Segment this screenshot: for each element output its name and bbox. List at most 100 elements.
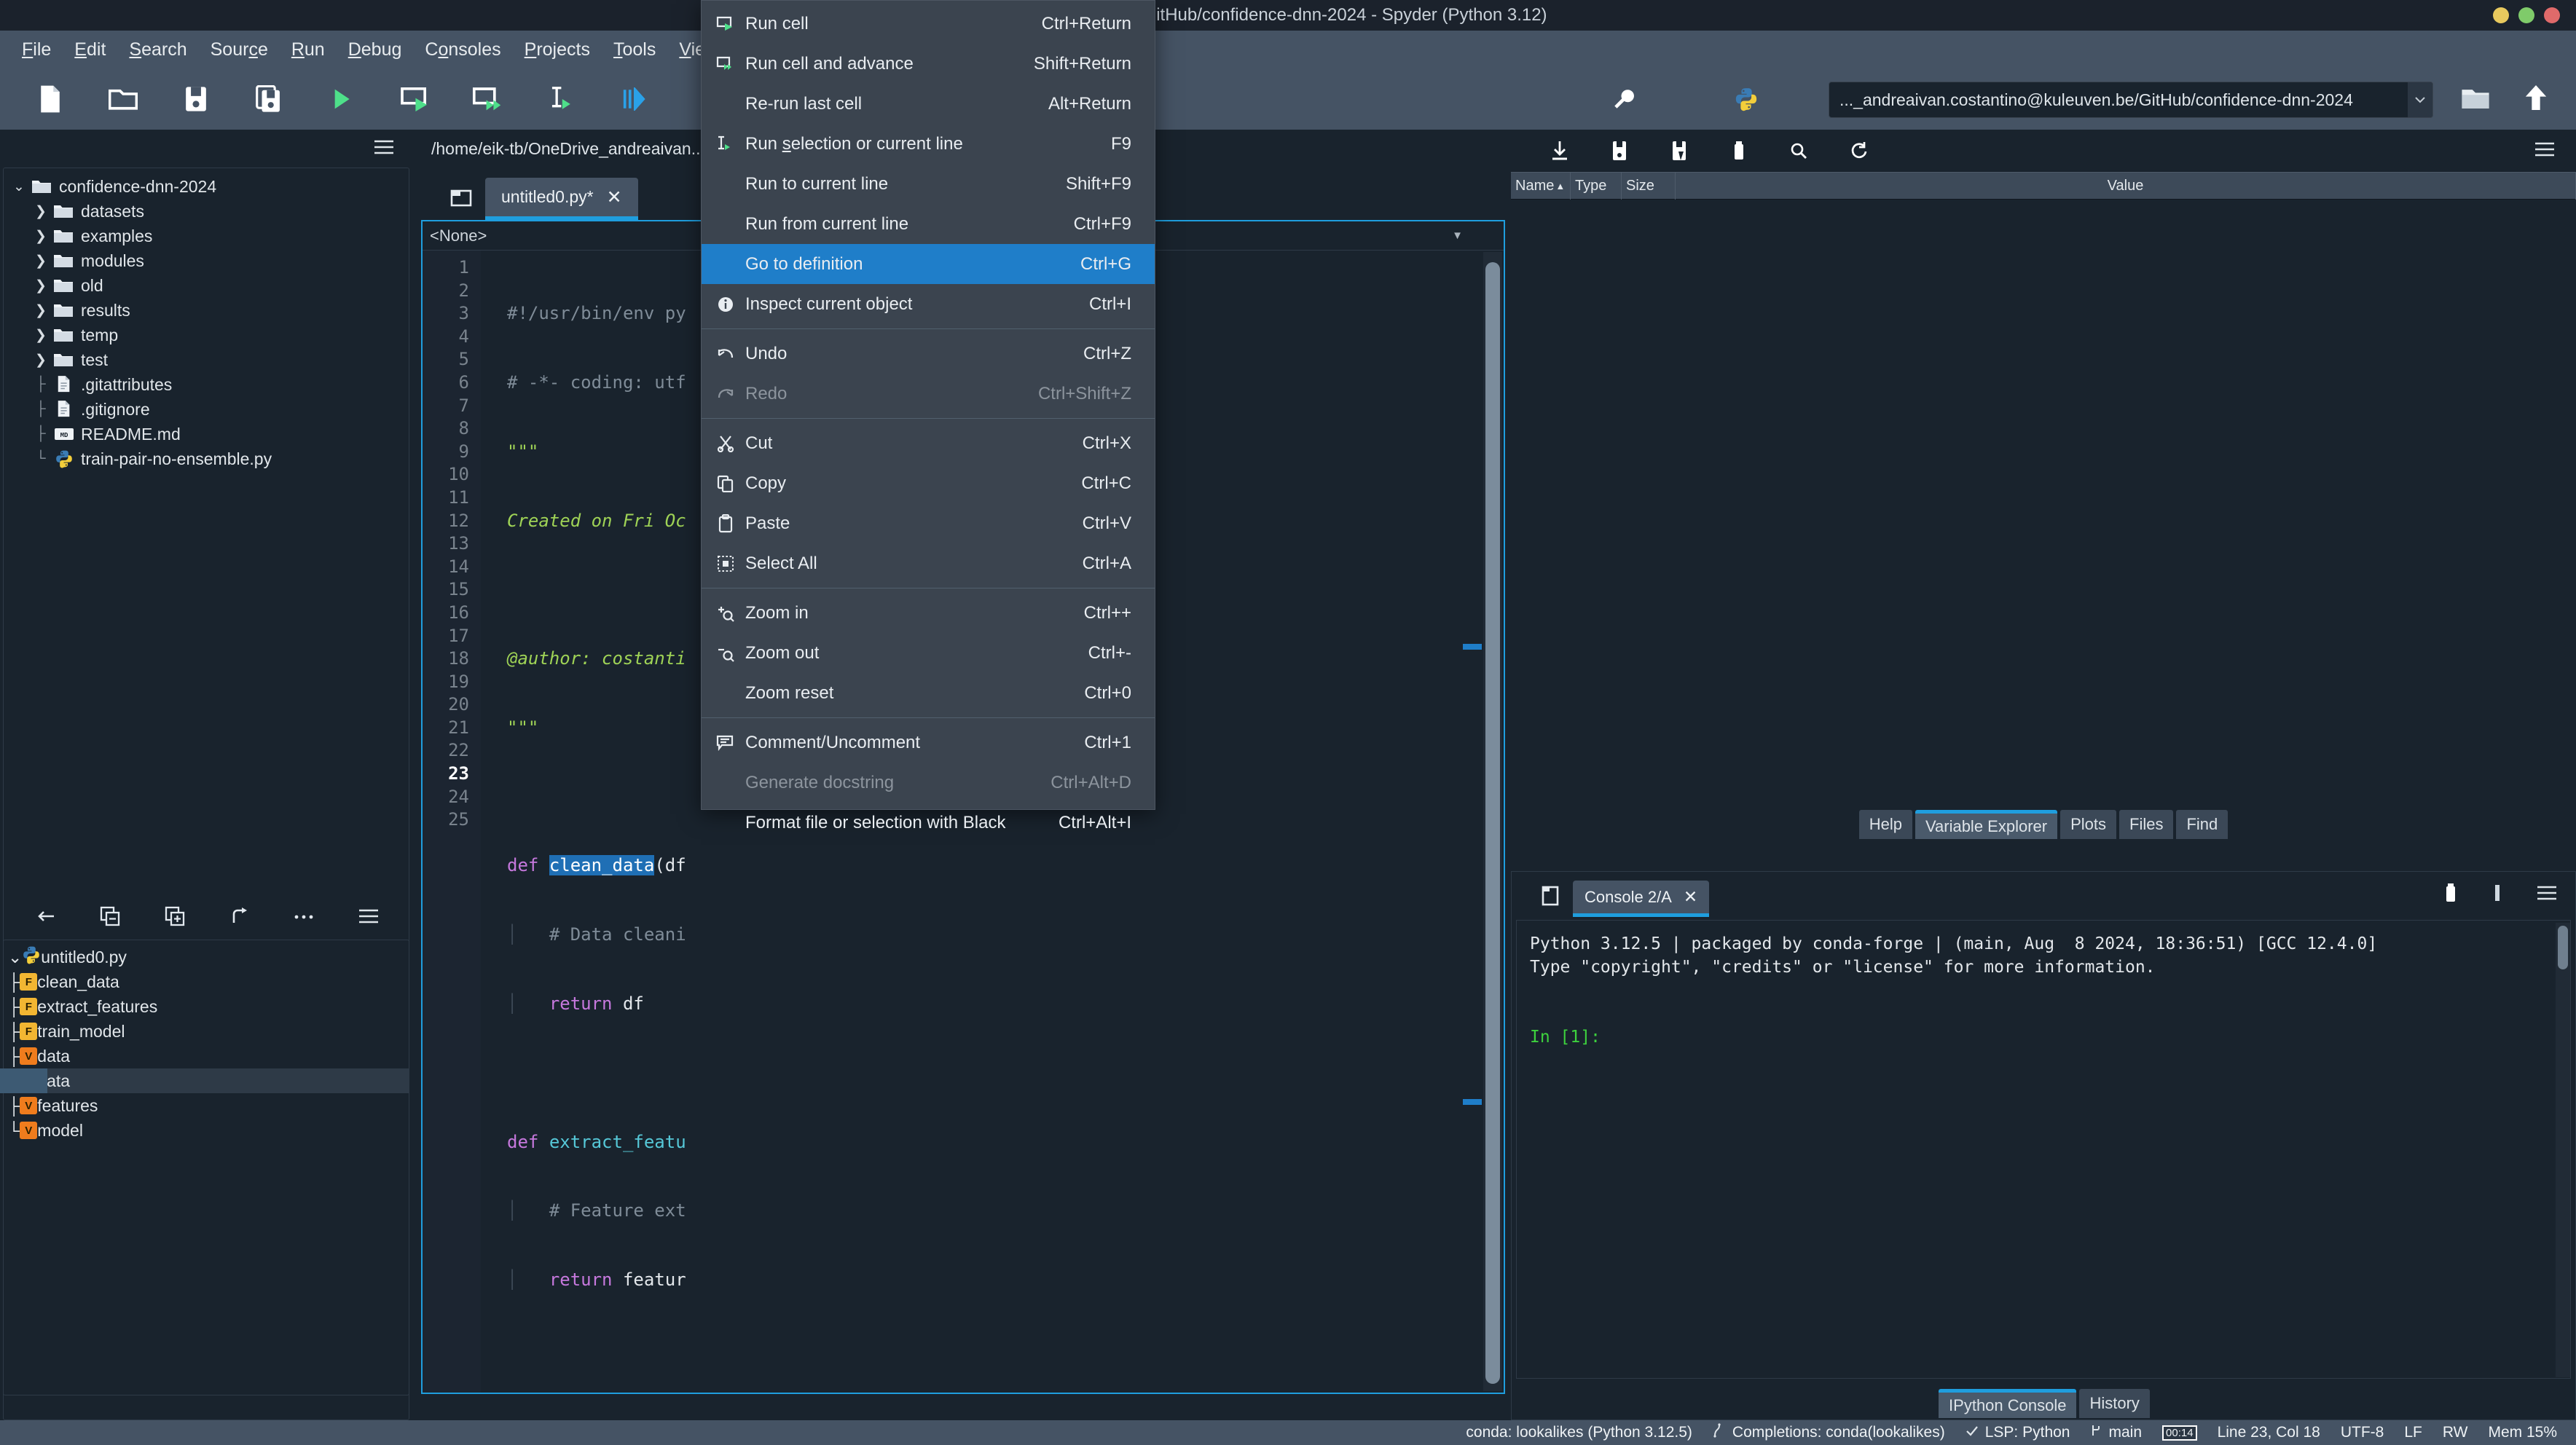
close-icon[interactable]: ✕ <box>1684 887 1697 907</box>
outline-item-model[interactable]: └ Vmodel <box>4 1118 409 1143</box>
browse-directory-button[interactable] <box>2461 86 2490 116</box>
chevron-right-icon[interactable]: ❯ <box>30 327 52 344</box>
status-eol[interactable]: LF <box>2404 1424 2422 1441</box>
status-lsp[interactable]: LSP: Python <box>1966 1424 2070 1441</box>
tab-plots[interactable]: Plots <box>2060 810 2117 839</box>
import-data-icon[interactable] <box>1530 140 1590 162</box>
status-git-branch[interactable]: main <box>2090 1423 2142 1442</box>
chevron-down-icon[interactable] <box>2408 82 2432 117</box>
context-menu-item-go-to-definition[interactable]: Go to definition Ctrl+G <box>702 244 1155 284</box>
outline-item-clean-data[interactable]: ├ Fclean_data <box>4 969 409 994</box>
project-item--gitignore[interactable]: ├ .gitignore <box>4 397 409 422</box>
save-data-icon[interactable] <box>1590 140 1649 162</box>
outline-item-data[interactable]: ├ Vdata <box>0 1068 409 1093</box>
chevron-down-icon[interactable]: ⌄ <box>8 178 30 195</box>
context-menu-item-zoom-in[interactable]: Zoom in Ctrl++ <box>702 593 1155 633</box>
console-output[interactable]: Python 3.12.5 | packaged by conda-forge … <box>1516 920 2571 1379</box>
project-item-temp[interactable]: ❯ temp <box>4 323 409 347</box>
project-item--gitattributes[interactable]: ├ .gitattributes <box>4 372 409 397</box>
outline-tree[interactable]: ⌄ untitled0.py ├ Fclean_data ├ Fextract_featu… <box>0 940 409 1395</box>
chevron-right-icon[interactable]: ❯ <box>30 352 52 369</box>
hamburger-icon[interactable] <box>2536 885 2558 905</box>
parent-directory-button[interactable] <box>2524 83 2548 116</box>
context-menu-item-cut[interactable]: Cut Ctrl+X <box>702 423 1155 463</box>
context-menu-item-inspect-current-object[interactable]: Inspect current object Ctrl+I <box>702 284 1155 324</box>
outline-item-features[interactable]: ├ Vfeatures <box>4 1093 409 1118</box>
column-header-size[interactable]: Size <box>1622 172 1676 200</box>
console-scrollbar[interactable] <box>2556 923 2570 1377</box>
variable-explorer-body[interactable] <box>1511 200 2576 798</box>
project-item-train-pair-no-ensemble-py[interactable]: └ train-pair-no-ensemble.py <box>4 446 409 471</box>
tab-files[interactable]: Files <box>2119 810 2174 839</box>
status-clock[interactable]: 00:14 <box>2162 1425 2197 1441</box>
menu-projects[interactable]: Projects <box>513 35 602 65</box>
chevron-right-icon[interactable]: ❯ <box>30 203 52 220</box>
run-selection-icon[interactable] <box>532 76 589 122</box>
working-directory-combo[interactable]: ..._andreaivan.costantino@kuleuven.be/Gi… <box>1829 82 2433 118</box>
chevron-right-icon[interactable]: ❯ <box>30 277 52 294</box>
outline-item-data[interactable]: ├ Vdata <box>4 1044 409 1068</box>
editor-context-menu[interactable]: Run cell Ctrl+Return Run cell and advance S… <box>701 0 1155 832</box>
chevron-down-icon[interactable]: ⌄ <box>8 948 22 967</box>
project-item-confidence-dnn-2024[interactable]: ⌄ confidence-dnn-2024 <box>4 174 409 199</box>
menu-edit[interactable]: Edit <box>63 35 117 65</box>
context-menu-item-copy[interactable]: Copy Ctrl+C <box>702 463 1155 503</box>
remove-all-variables-icon[interactable] <box>2443 882 2459 907</box>
save-as-icon[interactable] <box>1649 140 1709 162</box>
scrollbar-thumb[interactable] <box>1485 262 1500 1384</box>
project-item-readme-md[interactable]: ├ MD README.md <box>4 422 409 446</box>
project-item-modules[interactable]: ❯ modules <box>4 248 409 273</box>
context-menu-item-zoom-out[interactable]: Zoom out Ctrl+- <box>702 633 1155 673</box>
remove-all-variables-icon[interactable] <box>1709 140 1769 162</box>
context-menu-item-run-selection-or-current-line[interactable]: Run selection or current line F9 <box>702 124 1155 164</box>
run-file-icon[interactable] <box>313 76 370 122</box>
column-header-value[interactable]: Value <box>1676 172 2576 200</box>
hamburger-icon[interactable] <box>2534 141 2556 161</box>
preferences-icon[interactable] <box>1595 76 1652 122</box>
context-menu-item-undo[interactable]: Undo Ctrl+Z <box>702 334 1155 374</box>
menu-source[interactable]: Source <box>199 35 280 65</box>
restore-icon[interactable] <box>229 907 250 929</box>
chevron-right-icon[interactable]: ❯ <box>30 228 52 245</box>
menu-search[interactable]: Search <box>117 35 198 65</box>
status-conda-env[interactable]: conda: lookalikes (Python 3.12.5) <box>1466 1424 1692 1441</box>
chevron-right-icon[interactable]: ❯ <box>30 302 52 319</box>
menu-file[interactable]: File <box>10 35 63 65</box>
close-icon[interactable]: ✕ <box>607 186 622 208</box>
column-header-type[interactable]: Type <box>1571 172 1622 200</box>
search-icon[interactable] <box>1769 141 1829 160</box>
go-to-cursor-icon[interactable] <box>34 907 57 929</box>
new-file-icon[interactable] <box>22 76 79 122</box>
menu-consoles[interactable]: Consoles <box>413 35 512 65</box>
project-item-results[interactable]: ❯ results <box>4 298 409 323</box>
save-file-icon[interactable] <box>168 76 224 122</box>
maximize-button[interactable] <box>2518 7 2534 23</box>
context-menu-item-re-run-last-cell[interactable]: Re-run last cell Alt+Return <box>702 84 1155 124</box>
column-header-name[interactable]: Name ▲ <box>1511 172 1571 200</box>
editor-tab-untitled0[interactable]: untitled0.py* ✕ <box>485 178 638 220</box>
open-file-icon[interactable] <box>95 76 152 122</box>
stop-icon[interactable] <box>2492 883 2502 906</box>
outline-item-extract-features[interactable]: ├ Fextract_features <box>4 994 409 1019</box>
context-menu-item-run-to-current-line[interactable]: Run to current line Shift+F9 <box>702 164 1155 204</box>
tab-find[interactable]: Find <box>2176 810 2229 839</box>
project-item-examples[interactable]: ❯ examples <box>4 224 409 248</box>
menu-debug[interactable]: Debug <box>337 35 414 65</box>
run-cell-advance-icon[interactable] <box>459 76 516 122</box>
menu-run[interactable]: Run <box>280 35 337 65</box>
status-completions[interactable]: Completions: conda(lookalikes) <box>1713 1423 1945 1442</box>
console-tab-2a[interactable]: Console 2/A ✕ <box>1573 881 1710 917</box>
run-cell-icon[interactable] <box>386 76 443 122</box>
hamburger-icon[interactable] <box>358 908 380 928</box>
outline-item-train-model[interactable]: ├ Ftrain_model <box>4 1019 409 1044</box>
refresh-icon[interactable] <box>1829 141 1888 160</box>
outline-item-untitled0-py[interactable]: ⌄ untitled0.py <box>4 945 409 969</box>
tab-ipython-console[interactable]: IPython Console <box>1939 1389 2077 1418</box>
collapse-all-icon[interactable] <box>100 906 122 930</box>
project-item-datasets[interactable]: ❯ datasets <box>4 199 409 224</box>
menu-tools[interactable]: Tools <box>602 35 667 65</box>
save-all-icon[interactable] <box>240 76 297 122</box>
chevron-down-icon[interactable]: ▼ <box>1452 229 1463 242</box>
options-more-icon[interactable] <box>293 911 315 924</box>
context-menu-item-paste[interactable]: Paste Ctrl+V <box>702 503 1155 543</box>
